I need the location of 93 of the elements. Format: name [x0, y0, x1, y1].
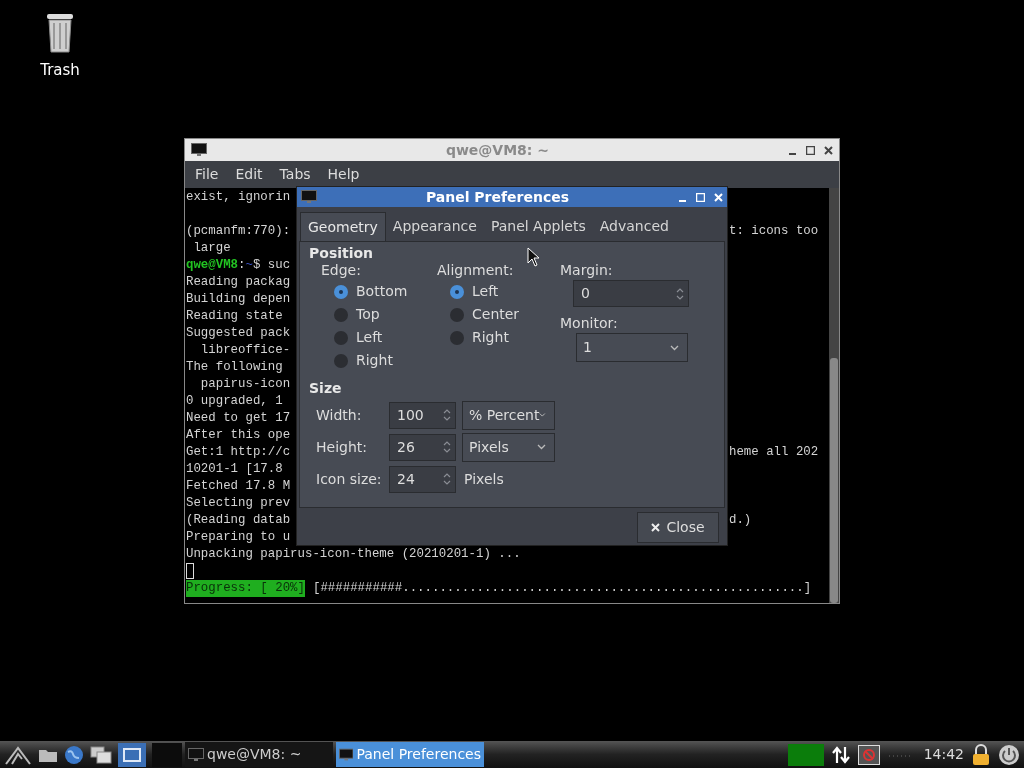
power-icon[interactable]	[998, 743, 1020, 766]
blocked-icon[interactable]	[857, 744, 880, 765]
field-label: Width:	[316, 405, 363, 425]
chevron-down-icon	[539, 412, 546, 418]
terminal-line: 0 upgraded, 1	[186, 393, 283, 410]
terminal-line: The following	[186, 359, 283, 376]
prompt-separator: :	[238, 257, 246, 274]
spin-field[interactable]: 26	[389, 433, 456, 461]
terminal-line: Unpacking papirus-icon-theme (20210201-1) ...	[186, 546, 521, 563]
start-menu-icon[interactable]	[4, 744, 32, 765]
monitor-icon	[339, 747, 354, 762]
progress-text: [###########......................................................]	[313, 580, 812, 597]
terminal-line: Building depen	[186, 291, 291, 308]
network-arrows-icon[interactable]	[831, 744, 850, 765]
terminal-line: d.)	[729, 512, 752, 529]
radio-option[interactable]: Left	[334, 326, 383, 349]
field-label: Margin:	[560, 261, 613, 280]
close-icon[interactable]	[824, 145, 833, 155]
dropdown[interactable]: % Percent	[462, 400, 555, 430]
section-heading: Position	[309, 244, 374, 260]
lock-icon[interactable]	[972, 743, 990, 766]
cpu-monitor	[787, 743, 824, 766]
globe-icon[interactable]	[64, 744, 84, 765]
field-label: Edge:	[321, 261, 361, 280]
field-label: Monitor:	[560, 314, 618, 333]
spin-field[interactable]: 0	[573, 280, 689, 307]
terminal-line: libreoffice-	[199, 342, 291, 359]
terminal-icon	[191, 143, 207, 157]
chevron-down-icon	[670, 344, 679, 351]
desktop-button[interactable]	[118, 742, 146, 767]
dropdown[interactable]: Pixels	[462, 432, 555, 462]
tab[interactable]: Geometry	[300, 212, 386, 241]
close-button[interactable]: Close	[637, 512, 719, 543]
spin-arrows-icon[interactable]	[443, 407, 451, 423]
radio-option[interactable]: Center	[450, 303, 520, 326]
terminal-line: (pcmanfm:770):	[186, 223, 291, 240]
monitor-icon	[301, 190, 317, 204]
windows-icon[interactable]	[90, 745, 112, 764]
desktop-icon	[123, 747, 141, 762]
tab[interactable]: Appearance	[385, 212, 484, 241]
terminal-line: Selecting prev	[186, 495, 291, 512]
progress-label: Progress: [ 20%]	[186, 580, 305, 597]
terminal-line: 10201-1 [17.8	[186, 461, 283, 478]
terminal-text: $ suc	[252, 257, 291, 274]
radio-option[interactable]: Bottom	[334, 280, 408, 303]
window-title: qwe@VM8: ~	[444, 140, 551, 160]
prompt-user: qwe@VM8	[186, 257, 239, 274]
terminal-line: Suggested pack	[186, 325, 291, 342]
clock[interactable]: 14:42	[923, 744, 964, 765]
chevron-down-icon	[537, 444, 546, 450]
dropdown[interactable]: 1	[576, 333, 688, 362]
spin-field[interactable]: 100	[389, 401, 456, 429]
text-cursor	[186, 563, 194, 579]
scrollbar-thumb[interactable]	[830, 358, 838, 603]
mouse-pointer-icon	[527, 247, 540, 267]
terminal-line: heme all 202	[729, 444, 819, 461]
menu-item[interactable]: Help	[319, 164, 368, 185]
spin-field[interactable]: 24	[389, 465, 456, 493]
unit-label: Pixels	[464, 469, 504, 489]
tab[interactable]: Panel Applets	[483, 212, 593, 241]
menu-item[interactable]: Edit	[227, 164, 271, 185]
radio-option[interactable]: Left	[450, 280, 499, 303]
field-label: Height:	[316, 437, 368, 457]
menu-item[interactable]: File	[187, 164, 227, 185]
field-label: Icon size:	[316, 469, 383, 489]
terminal-line: t: icons too	[729, 223, 819, 240]
terminal-line: After this ope	[186, 427, 291, 444]
terminal-line: papirus-icon	[199, 376, 291, 393]
radio-option[interactable]: Right	[450, 326, 509, 349]
terminal-line: large	[192, 240, 231, 257]
icon-label[interactable]: Trash	[40, 59, 80, 82]
section-heading: Size	[309, 379, 342, 398]
terminal-line: Get:1 http://c	[186, 444, 291, 461]
terminal-line: Preparing to u	[186, 529, 291, 546]
prompt-directory: ~	[245, 257, 253, 274]
field-label: Alignment:	[437, 261, 514, 280]
scrollbar[interactable]	[829, 188, 839, 603]
monitor-icon	[188, 747, 204, 762]
terminal-line: Fetched 17.8 M	[186, 478, 291, 495]
spin-arrows-icon[interactable]	[443, 471, 451, 487]
terminal-line: exist, ignorin	[186, 189, 291, 206]
radio-option[interactable]: Right	[334, 349, 393, 372]
window-title: Panel Preferences	[424, 187, 571, 207]
close-icon	[651, 523, 661, 532]
menu-item[interactable]: Tabs	[271, 164, 319, 185]
terminal-line: Reading state	[186, 308, 283, 325]
terminal-line: Reading packag	[186, 274, 291, 291]
tab[interactable]: Advanced	[592, 212, 676, 241]
terminal-line: Need to get 17	[186, 410, 291, 427]
terminal-line: (Reading datab	[186, 512, 291, 529]
maximize-icon[interactable]	[806, 145, 815, 155]
radio-option[interactable]: Top	[334, 303, 380, 326]
spin-arrows-icon[interactable]	[443, 439, 451, 455]
